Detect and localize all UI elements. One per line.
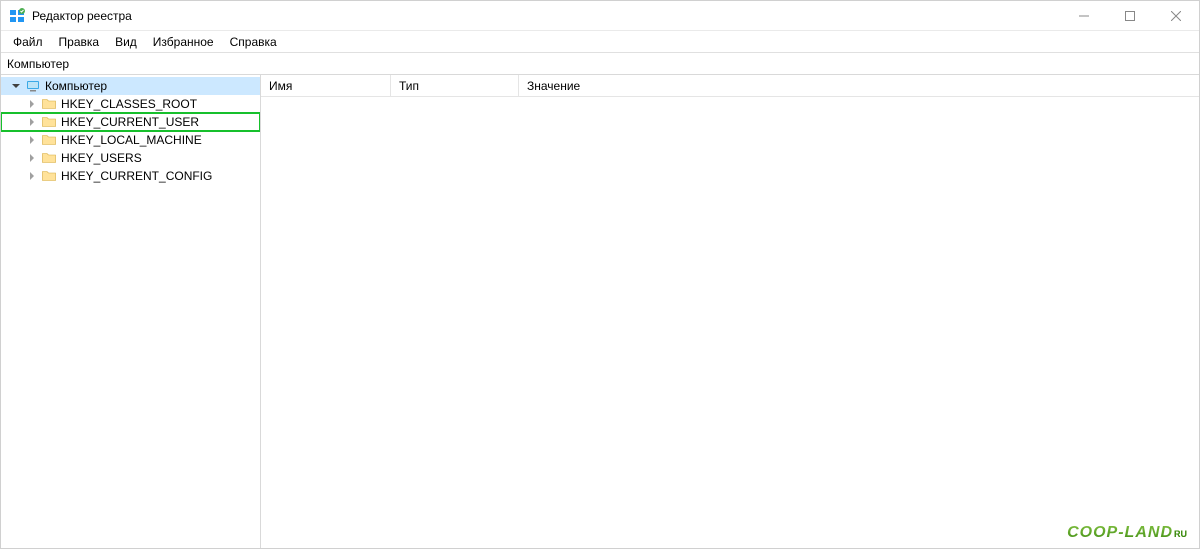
folder-icon	[41, 168, 57, 184]
content-area: Компьютер HKEY_CLASSES_ROOT HKEY_CURRENT_…	[1, 75, 1199, 548]
close-button[interactable]	[1153, 1, 1199, 30]
tree-node-hive[interactable]: HKEY_USERS	[1, 149, 260, 167]
tree-node-label: HKEY_USERS	[61, 151, 142, 165]
menu-favorites[interactable]: Избранное	[145, 33, 222, 51]
titlebar: Редактор реестра	[1, 1, 1199, 31]
column-name[interactable]: Имя	[261, 75, 391, 96]
column-type[interactable]: Тип	[391, 75, 519, 96]
tree-root: Компьютер HKEY_CLASSES_ROOT HKEY_CURRENT_…	[1, 77, 260, 185]
expander-icon[interactable]	[25, 97, 39, 111]
watermark: COOP-LANDRU	[1067, 524, 1187, 542]
tree-node-hive[interactable]: HKEY_CLASSES_ROOT	[1, 95, 260, 113]
expander-icon[interactable]	[25, 133, 39, 147]
tree-node-hive[interactable]: HKEY_CURRENT_USER	[1, 113, 260, 131]
column-value[interactable]: Значение	[519, 75, 1199, 96]
menu-edit[interactable]: Правка	[51, 33, 108, 51]
computer-icon	[25, 78, 41, 94]
list-body[interactable]	[261, 97, 1199, 548]
registry-editor-window: Редактор реестра Файл Правка Вид Избранн…	[0, 0, 1200, 549]
tree-node-label: HKEY_CLASSES_ROOT	[61, 97, 197, 111]
regedit-icon	[9, 8, 25, 24]
list-header: Имя Тип Значение	[261, 75, 1199, 97]
list-pane: Имя Тип Значение	[261, 75, 1199, 548]
folder-icon	[41, 96, 57, 112]
tree-node-hive[interactable]: HKEY_LOCAL_MACHINE	[1, 131, 260, 149]
expander-icon[interactable]	[25, 115, 39, 129]
menu-file[interactable]: Файл	[5, 33, 51, 51]
expander-icon[interactable]	[9, 79, 23, 93]
tree-node-hive[interactable]: HKEY_CURRENT_CONFIG	[1, 167, 260, 185]
minimize-button[interactable]	[1061, 1, 1107, 30]
tree-node-label: HKEY_LOCAL_MACHINE	[61, 133, 202, 147]
menu-help[interactable]: Справка	[222, 33, 285, 51]
tree-node-label: HKEY_CURRENT_CONFIG	[61, 169, 212, 183]
expander-icon[interactable]	[25, 151, 39, 165]
expander-icon[interactable]	[25, 169, 39, 183]
address-bar[interactable]: Компьютер	[1, 53, 1199, 75]
folder-icon	[41, 132, 57, 148]
menubar: Файл Правка Вид Избранное Справка	[1, 31, 1199, 53]
tree-pane: Компьютер HKEY_CLASSES_ROOT HKEY_CURRENT_…	[1, 75, 261, 548]
tree-node-label: Компьютер	[45, 79, 107, 93]
tree-node-computer[interactable]: Компьютер	[1, 77, 260, 95]
menu-view[interactable]: Вид	[107, 33, 145, 51]
address-path: Компьютер	[7, 57, 69, 71]
maximize-button[interactable]	[1107, 1, 1153, 30]
window-controls	[1061, 1, 1199, 30]
tree-node-label: HKEY_CURRENT_USER	[61, 115, 199, 129]
window-title: Редактор реестра	[32, 9, 132, 23]
folder-icon	[41, 114, 57, 130]
folder-icon	[41, 150, 57, 166]
